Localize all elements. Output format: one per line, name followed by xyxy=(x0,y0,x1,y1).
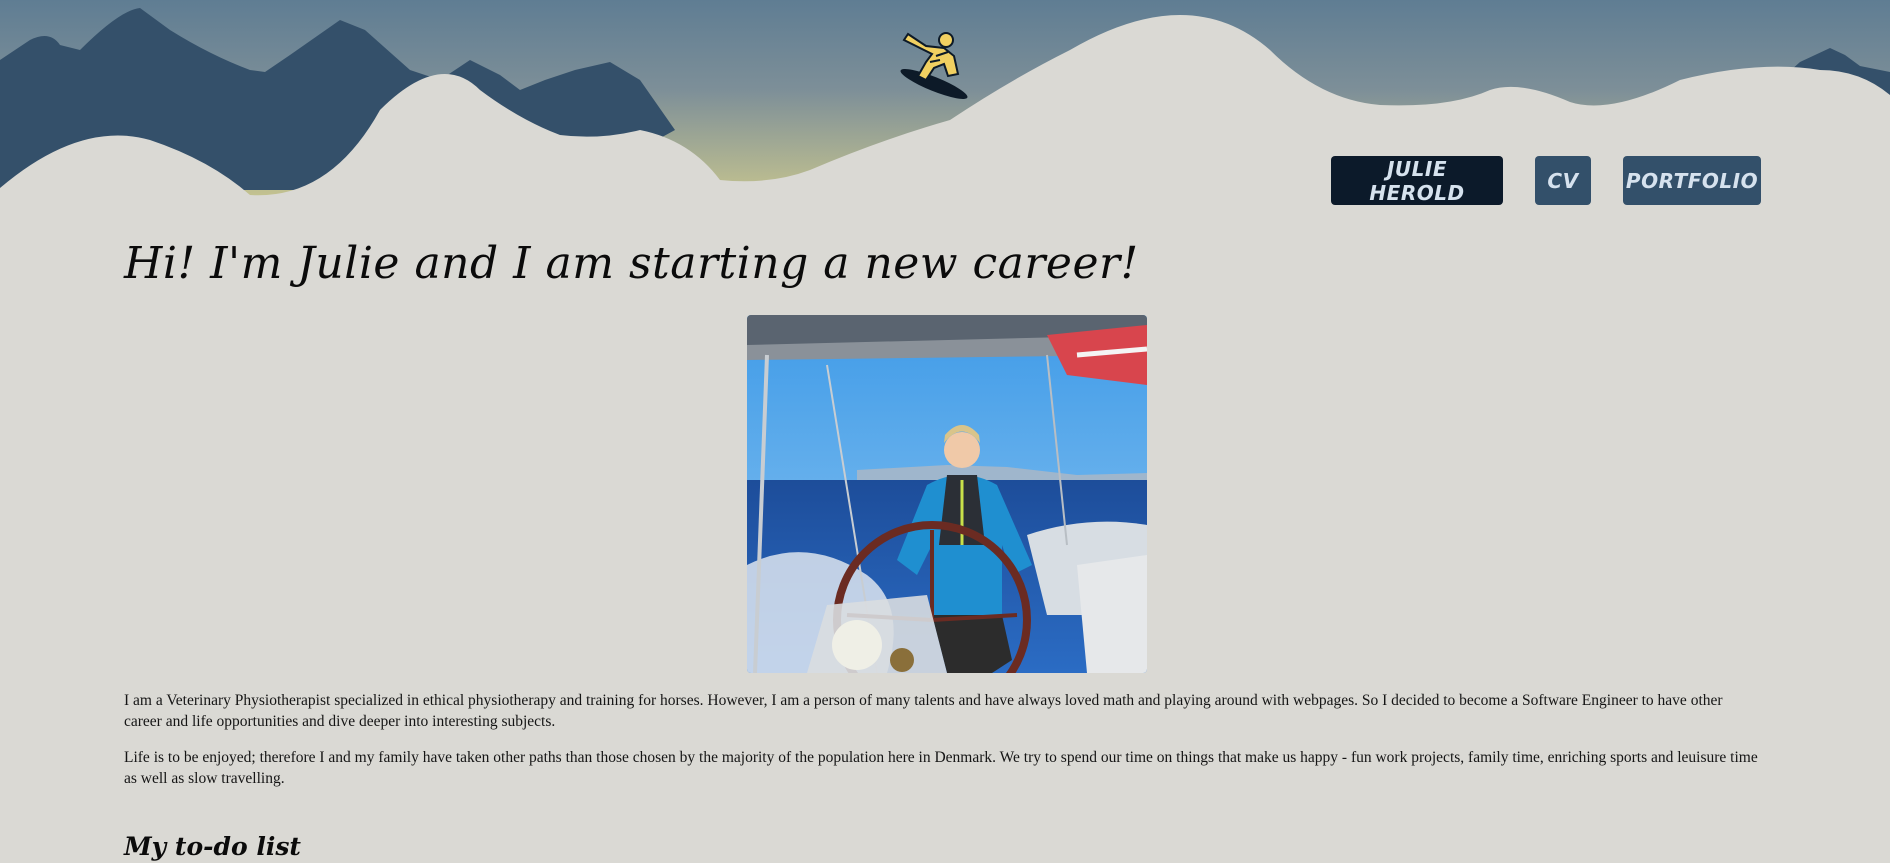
todo-heading: My to-do list xyxy=(124,832,301,861)
nav-home-button[interactable]: JULIE HEROLD xyxy=(1331,156,1503,205)
main-nav: JULIE HEROLD CV PORTFOLIO xyxy=(0,156,1890,206)
nav-portfolio-button[interactable]: PORTFOLIO xyxy=(1623,156,1761,205)
intro-paragraph: I am a Veterinary Physiotherapist specia… xyxy=(124,692,1723,730)
nav-cv-button[interactable]: CV xyxy=(1535,156,1591,205)
page-title: Hi! I'm Julie and I am starting a new ca… xyxy=(124,238,1139,289)
profile-photo xyxy=(747,315,1147,673)
lifestyle-paragraph: Life is to be enjoyed; therefore I and m… xyxy=(124,749,1758,787)
snowboarder-icon xyxy=(900,32,968,99)
